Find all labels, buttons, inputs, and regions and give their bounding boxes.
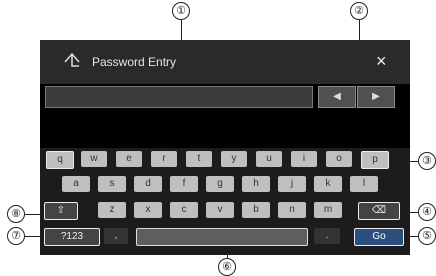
callout-4: ④: [418, 203, 436, 221]
callout-8: ⑧: [7, 205, 25, 223]
key-p[interactable]: p: [361, 151, 389, 169]
cursor-right-button[interactable]: ▶: [357, 86, 395, 108]
password-input[interactable]: [45, 86, 313, 108]
key-w[interactable]: w: [81, 151, 107, 167]
key-u[interactable]: u: [256, 151, 282, 167]
key-e[interactable]: e: [116, 151, 142, 167]
numbers-key[interactable]: ?123: [44, 228, 100, 246]
callout-5: ⑤: [418, 227, 436, 245]
key-k[interactable]: k: [314, 176, 342, 192]
key-t[interactable]: t: [186, 151, 212, 167]
key-b[interactable]: b: [242, 202, 270, 218]
key-z[interactable]: z: [98, 202, 126, 218]
key-r[interactable]: r: [151, 151, 177, 167]
callout-1: ①: [172, 2, 190, 20]
key-g[interactable]: g: [206, 176, 234, 192]
key-y[interactable]: y: [221, 151, 247, 167]
close-button[interactable]: ×: [376, 52, 387, 70]
key-l[interactable]: l: [350, 176, 378, 192]
space-key[interactable]: [136, 228, 308, 246]
callout-2: ②: [350, 2, 368, 20]
key-d[interactable]: d: [134, 176, 162, 192]
callout-7: ⑦: [7, 227, 25, 245]
page-title: Password Entry: [92, 55, 177, 69]
cursor-left-button[interactable]: ◀: [318, 86, 356, 108]
title-bar: Password Entry ×: [40, 40, 410, 84]
period-key[interactable]: .: [314, 228, 340, 244]
key-h[interactable]: h: [242, 176, 270, 192]
key-q[interactable]: q: [46, 151, 74, 169]
key-s[interactable]: s: [98, 176, 126, 192]
callout-6: ⑥: [218, 258, 236, 276]
key-x[interactable]: x: [134, 202, 162, 218]
key-m[interactable]: m: [314, 202, 342, 218]
key-c[interactable]: c: [170, 202, 198, 218]
device-screen: Password Entry × ◀ ▶ q w e r t y u i o p…: [40, 40, 410, 255]
key-o[interactable]: o: [326, 151, 352, 167]
shift-key[interactable]: ⇧: [44, 202, 78, 220]
go-key[interactable]: Go: [354, 228, 404, 246]
keyboard: q w e r t y u i o p a s d f g h j k l ⇧ …: [40, 148, 410, 255]
comma-key[interactable]: ,: [104, 228, 128, 244]
key-i[interactable]: i: [291, 151, 317, 167]
key-f[interactable]: f: [170, 176, 198, 192]
key-v[interactable]: v: [206, 202, 234, 218]
key-j[interactable]: j: [278, 176, 306, 192]
arrow-up-icon[interactable]: [62, 50, 82, 70]
key-n[interactable]: n: [278, 202, 306, 218]
callout-3: ③: [418, 152, 436, 170]
key-a[interactable]: a: [62, 176, 90, 192]
delete-key[interactable]: ⌫: [358, 202, 400, 220]
